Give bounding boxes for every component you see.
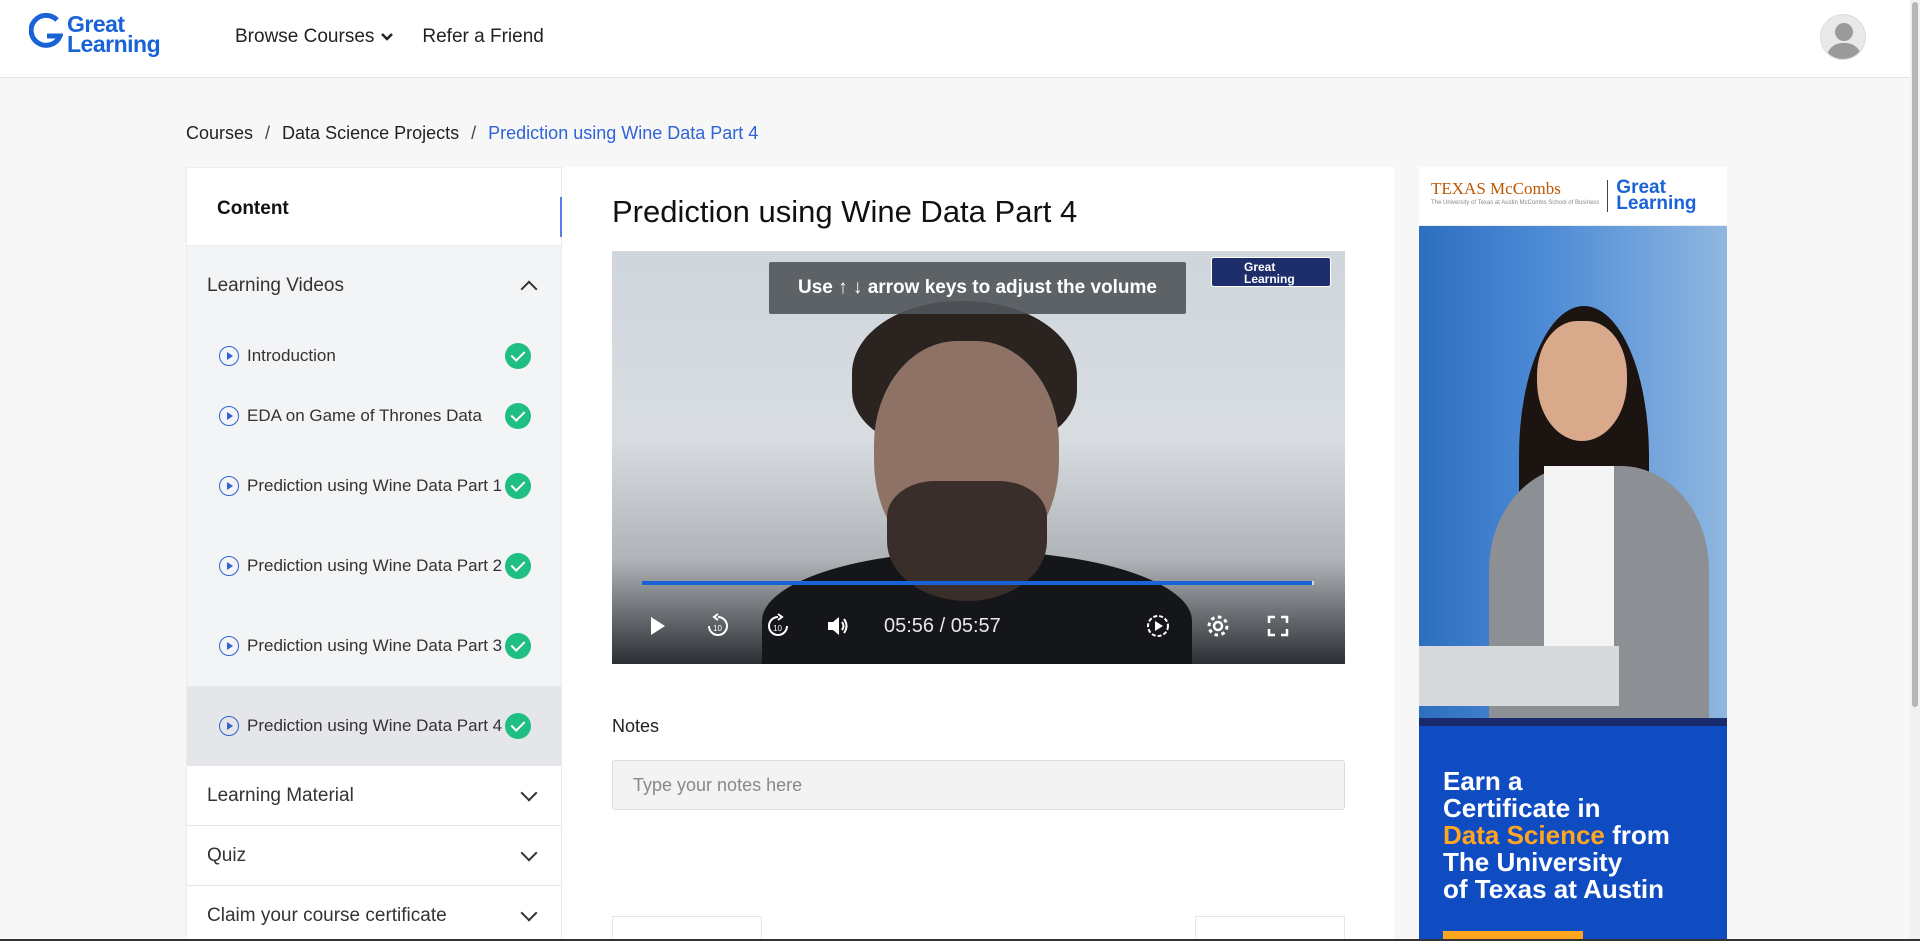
play-circle-icon xyxy=(219,716,239,736)
promo-person-face xyxy=(1537,321,1627,441)
promo-laptop xyxy=(1419,646,1619,706)
chevron-up-icon xyxy=(520,280,538,298)
promo-photo xyxy=(1419,226,1727,718)
video-item-wine-part-3[interactable]: Prediction using Wine Data Part 3 xyxy=(187,606,561,686)
video-item-wine-part-4[interactable]: Prediction using Wine Data Part 4 xyxy=(187,686,561,766)
breadcrumb-courses[interactable]: Courses xyxy=(186,123,253,144)
video-progress-fill xyxy=(642,581,1312,585)
breadcrumb: Courses / Data Science Projects / Predic… xyxy=(186,123,758,144)
promo-text-panel: Earn a Certificate in Data Science from … xyxy=(1419,718,1727,941)
top-header: Great Learning Browse Courses Refer a Fr… xyxy=(0,0,1920,78)
great-learning-logo: Great Learning xyxy=(1607,178,1697,213)
section-learning-videos: Learning Videos Introduction EDA on Game… xyxy=(187,246,561,766)
promo-banner[interactable]: TEXAS McCombs The University of Texas at… xyxy=(1419,167,1727,941)
svg-text:10: 10 xyxy=(773,624,782,633)
user-avatar[interactable] xyxy=(1820,14,1866,60)
promo-person-shirt xyxy=(1544,466,1614,666)
chevron-down-icon xyxy=(381,33,394,41)
check-circle-icon xyxy=(505,473,531,499)
video-watermark: Great Learning xyxy=(1211,257,1331,287)
section-learning-material-toggle[interactable]: Learning Material xyxy=(187,766,561,826)
volume-hint-tooltip: Use ↑ ↓ arrow keys to adjust the volume xyxy=(769,262,1186,314)
section-label: Learning Videos xyxy=(207,275,344,296)
section-label: Claim your course certificate xyxy=(207,904,447,926)
video-item-label: Introduction xyxy=(247,346,336,365)
video-player[interactable]: Great Learning Use ↑ ↓ arrow keys to adj… xyxy=(612,251,1345,664)
great-learning-g-icon xyxy=(28,12,64,56)
video-item-label: Prediction using Wine Data Part 3 xyxy=(247,636,503,655)
chevron-down-icon xyxy=(520,784,538,801)
section-label: Learning Material xyxy=(207,784,354,806)
video-title: Prediction using Wine Data Part 4 xyxy=(612,194,1078,229)
video-controls: 10 10 05:56 / 05:57 xyxy=(640,608,1320,644)
browse-courses-label: Browse Courses xyxy=(235,26,375,47)
chevron-down-icon xyxy=(520,904,538,921)
video-progress-bar[interactable] xyxy=(642,581,1314,585)
breadcrumb-data-science-projects[interactable]: Data Science Projects xyxy=(282,123,459,144)
play-circle-icon xyxy=(219,636,239,656)
video-item-label: Prediction using Wine Data Part 2 xyxy=(247,556,503,575)
notes-input[interactable] xyxy=(612,760,1345,810)
play-button[interactable] xyxy=(640,608,676,644)
svg-text:10: 10 xyxy=(713,624,722,633)
sidebar-title: Content xyxy=(187,168,561,246)
play-circle-icon xyxy=(219,556,239,576)
forward-10-icon: 10 xyxy=(768,613,788,636)
rewind-10-icon: 10 xyxy=(708,613,728,636)
previous-button[interactable] xyxy=(612,916,762,941)
play-circle-icon xyxy=(219,346,239,366)
section-certificate-toggle[interactable]: Claim your course certificate xyxy=(187,886,561,940)
video-item-introduction[interactable]: Introduction xyxy=(187,326,561,386)
page-scrollbar[interactable] xyxy=(1910,0,1920,941)
scrollbar-thumb[interactable] xyxy=(1912,2,1918,707)
video-item-wine-part-1[interactable]: Prediction using Wine Data Part 1 xyxy=(187,446,561,526)
play-circle-icon xyxy=(219,476,239,496)
section-quiz-toggle[interactable]: Quiz xyxy=(187,826,561,886)
section-learning-videos-toggle[interactable]: Learning Videos xyxy=(187,246,561,326)
promo-banner-header: TEXAS McCombs The University of Texas at… xyxy=(1419,167,1727,226)
volume-icon xyxy=(828,617,848,635)
check-circle-icon xyxy=(505,403,531,429)
check-circle-icon xyxy=(505,633,531,659)
play-circle-icon xyxy=(219,406,239,426)
breadcrumb-current: Prediction using Wine Data Part 4 xyxy=(488,123,759,143)
breadcrumb-separator: / xyxy=(265,123,271,143)
video-item-label: EDA on Game of Thrones Data xyxy=(247,406,482,425)
main-nav: Browse Courses Refer a Friend xyxy=(235,26,544,48)
breadcrumb-separator: / xyxy=(471,123,477,143)
settings-button[interactable] xyxy=(1200,608,1236,644)
volume-button[interactable] xyxy=(820,608,856,644)
video-item-label: Prediction using Wine Data Part 1 xyxy=(247,476,503,495)
main-content: Prediction using Wine Data Part 4 Great … xyxy=(562,167,1394,941)
logo-text: Great Learning xyxy=(67,11,161,57)
section-label: Quiz xyxy=(207,844,247,866)
video-time-display: 05:56 / 05:57 xyxy=(884,614,1001,637)
check-circle-icon xyxy=(505,553,531,579)
rewind-10-button[interactable]: 10 xyxy=(700,608,736,644)
refer-friend-label: Refer a Friend xyxy=(422,26,544,47)
fullscreen-icon xyxy=(1267,615,1289,637)
check-circle-icon xyxy=(505,713,531,739)
notes-label: Notes xyxy=(612,716,660,736)
play-icon xyxy=(651,617,665,635)
playback-speed-icon xyxy=(1147,615,1169,637)
check-circle-icon xyxy=(505,343,531,369)
next-button[interactable] xyxy=(1195,916,1345,941)
chevron-down-icon xyxy=(520,844,538,861)
texas-mccombs-logo: TEXAS McCombs The University of Texas at… xyxy=(1431,179,1600,206)
content-sidebar: Content Learning Videos Introduction EDA… xyxy=(186,167,562,941)
playback-speed-button[interactable] xyxy=(1140,608,1176,644)
great-learning-logo[interactable]: Great Learning xyxy=(28,11,161,57)
browse-courses-menu[interactable]: Browse Courses xyxy=(235,26,394,48)
video-item-label: Prediction using Wine Data Part 4 xyxy=(247,716,503,735)
promo-headline: Earn a Certificate in Data Science from … xyxy=(1443,766,1670,904)
refer-friend-link[interactable]: Refer a Friend xyxy=(422,26,543,48)
forward-10-button[interactable]: 10 xyxy=(760,608,796,644)
user-icon xyxy=(1826,23,1862,59)
promo-stripe xyxy=(1419,718,1727,726)
fullscreen-button[interactable] xyxy=(1260,608,1296,644)
video-item-wine-part-2[interactable]: Prediction using Wine Data Part 2 xyxy=(187,526,561,606)
gear-icon xyxy=(1207,615,1229,637)
video-item-eda-got[interactable]: EDA on Game of Thrones Data xyxy=(187,386,561,446)
